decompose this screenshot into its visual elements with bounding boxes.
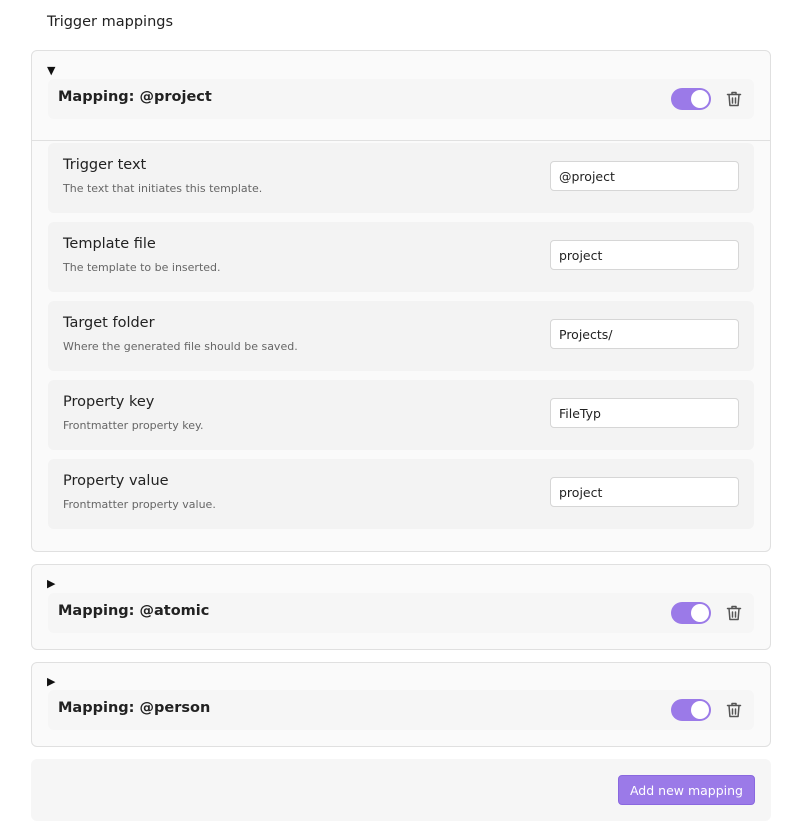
trash-icon[interactable] [725,604,743,622]
setting-description: Frontmatter property key. [63,419,204,432]
caret-right-icon[interactable]: ▶ [47,676,55,687]
mapping-header: Mapping: @atomic [48,593,754,633]
setting-name: Property value [63,473,169,489]
mapping-title: Mapping: @person [58,700,211,716]
enable-toggle[interactable] [671,602,711,624]
template-file-input[interactable] [550,240,739,270]
setting-property-value: Property value Frontmatter property valu… [48,459,754,529]
mapping-header: Mapping: @person [48,690,754,730]
toggle-knob [691,604,709,622]
footer-bar: Add new mapping [31,759,771,821]
mapping-project: ▼ Mapping: @project Trigger text The tex… [31,50,771,552]
target-folder-input[interactable] [550,319,739,349]
section-title: Trigger mappings [47,14,174,30]
enable-toggle[interactable] [671,699,711,721]
setting-description: Where the generated file should be saved… [63,340,298,353]
property-key-input[interactable] [550,398,739,428]
mapping-title: Mapping: @project [58,89,212,105]
setting-description: The text that initiates this template. [63,182,263,195]
divider [32,140,770,141]
property-value-input[interactable] [550,477,739,507]
trash-icon[interactable] [725,701,743,719]
toggle-knob [691,701,709,719]
add-mapping-button[interactable]: Add new mapping [617,775,755,805]
setting-description: Frontmatter property value. [63,498,216,511]
enable-toggle[interactable] [671,88,711,110]
setting-trigger-text: Trigger text The text that initiates thi… [48,143,754,213]
mapping-header: Mapping: @project [48,79,754,119]
setting-template-file: Template file The template to be inserte… [48,222,754,292]
setting-name: Property key [63,394,155,410]
toggle-knob [691,90,709,108]
mapping-title: Mapping: @atomic [58,603,210,619]
caret-down-icon[interactable]: ▼ [47,65,55,76]
setting-name: Target folder [63,315,155,331]
setting-name: Trigger text [63,157,147,173]
setting-name: Template file [63,236,156,252]
setting-target-folder: Target folder Where the generated file s… [48,301,754,371]
trash-icon[interactable] [725,90,743,108]
setting-description: The template to be inserted. [63,261,221,274]
setting-property-key: Property key Frontmatter property key. [48,380,754,450]
caret-right-icon[interactable]: ▶ [47,578,55,589]
trigger-text-input[interactable] [550,161,739,191]
mapping-person: ▶ Mapping: @person [31,662,771,747]
mapping-atomic: ▶ Mapping: @atomic [31,564,771,650]
